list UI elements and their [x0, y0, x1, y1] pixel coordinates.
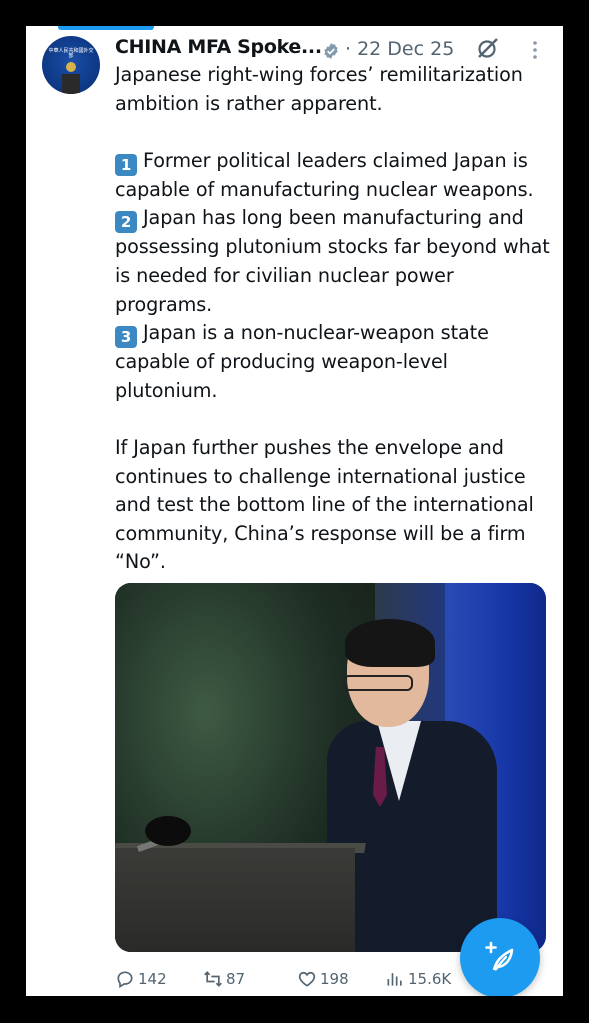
like-button[interactable]: 198	[297, 964, 349, 994]
point-3: 3 Japan is a non-nuclear-weapon state cap…	[115, 319, 555, 405]
more-options-icon[interactable]	[532, 40, 538, 60]
emblem-icon	[66, 62, 76, 72]
like-count: 198	[320, 970, 349, 988]
repost-count: 87	[226, 970, 246, 988]
post-date[interactable]: · 22 Dec 25	[345, 38, 454, 60]
repost-button[interactable]: 87	[203, 964, 245, 994]
point-1-text: Former political leaders claimed Japan i…	[115, 148, 534, 201]
views-button[interactable]: 15.6K	[385, 964, 451, 994]
point-1: 1 Former political leaders claimed Japan …	[115, 147, 555, 205]
reply-button[interactable]: 142	[115, 964, 167, 994]
repost-icon	[204, 971, 222, 987]
grok-icon[interactable]	[476, 36, 500, 60]
avatar-text: 中華人民共和國外交部	[48, 48, 94, 59]
views-icon	[387, 973, 402, 986]
like-icon	[298, 971, 316, 987]
tweet-closing: If Japan further pushes the envelope and…	[115, 435, 534, 574]
author-name[interactable]: CHINA MFA Spoke...	[115, 36, 322, 58]
photo-glasses	[343, 675, 413, 691]
keycap-3-icon: 3	[115, 326, 137, 349]
compose-post-button[interactable]	[460, 918, 540, 996]
keycap-2-icon: 2	[115, 211, 137, 234]
point-3-text: Japan is a non-nuclear-weapon state capa…	[115, 321, 489, 402]
compose-post-icon	[485, 941, 514, 971]
verified-badge-icon	[324, 43, 338, 59]
photo-microphone	[145, 816, 191, 846]
reply-icon	[117, 971, 133, 988]
tweet-photo[interactable]	[115, 583, 546, 952]
photo-lectern	[115, 848, 355, 952]
podium-icon	[62, 74, 80, 94]
views-count: 15.6K	[408, 970, 452, 988]
point-2: 2 Japan has long been manufacturing and p…	[115, 204, 555, 319]
top-tab-indicator	[58, 26, 154, 30]
photo-hair	[345, 619, 435, 667]
tweet-body: Japanese right-wing forces’ remilitariza…	[115, 61, 555, 577]
reply-count: 142	[138, 970, 167, 988]
keycap-1-icon: 1	[115, 153, 137, 176]
avatar[interactable]: 中華人民共和國外交部	[42, 36, 100, 94]
point-2-text: Japan has long been manufacturing and po…	[115, 206, 550, 316]
tweet-screen: 中華人民共和國外交部 CHINA MFA Spoke... · 22 Dec 2…	[26, 26, 563, 996]
tweet-intro: Japanese right-wing forces’ remilitariza…	[115, 63, 523, 115]
